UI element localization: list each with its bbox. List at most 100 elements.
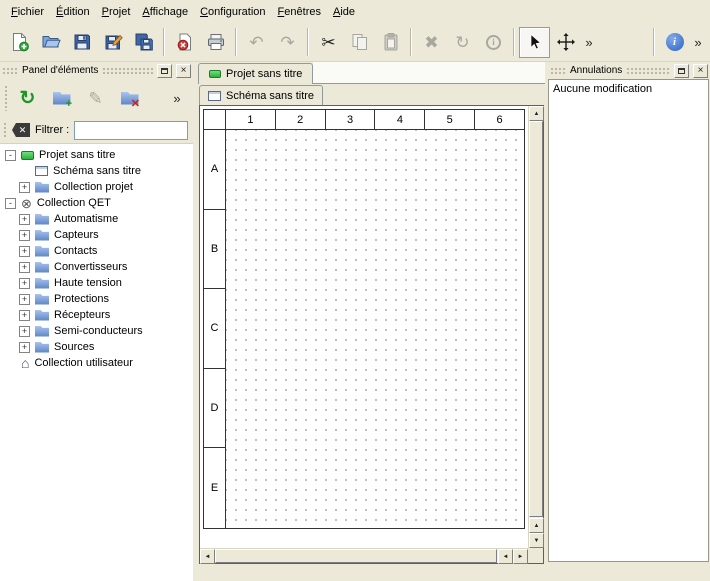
save-as-button[interactable] xyxy=(97,27,128,58)
save-icon xyxy=(72,32,92,52)
scroll-up-button-2[interactable]: ▲ xyxy=(529,518,544,533)
close-icon: × xyxy=(181,66,187,76)
tree-item[interactable]: +Récepteurs xyxy=(0,307,193,323)
float-undo-panel-button[interactable] xyxy=(674,64,689,78)
menu-configuration[interactable]: Configuration xyxy=(194,3,271,21)
new-document-icon xyxy=(10,32,30,52)
new-file-button[interactable] xyxy=(4,27,35,58)
scroll-right-button[interactable]: ► xyxy=(513,549,528,564)
vertical-scroll-thumb[interactable] xyxy=(529,121,543,517)
close-panel-button[interactable]: × xyxy=(176,64,191,78)
tree-item[interactable]: Schéma sans titre xyxy=(0,163,193,179)
tree-item[interactable]: +Capteurs xyxy=(0,227,193,243)
close-icon: × xyxy=(698,66,704,76)
undo-button[interactable]: ↶ xyxy=(241,27,272,58)
float-icon xyxy=(161,68,168,74)
arrow-up-icon: ▲ xyxy=(534,111,540,117)
tree-expander-icon[interactable]: + xyxy=(19,294,30,305)
filter-input[interactable] xyxy=(74,121,188,140)
menu-fichier[interactable]: Fichier xyxy=(5,3,50,21)
print-button[interactable] xyxy=(200,27,231,58)
tree-expander-icon[interactable]: + xyxy=(19,326,30,337)
tree-item[interactable]: +Automatisme xyxy=(0,211,193,227)
menu-projet[interactable]: Projet xyxy=(96,3,137,21)
scroll-down-button[interactable]: ▼ xyxy=(529,533,544,548)
clear-filter-button[interactable]: ✕ xyxy=(12,123,30,137)
close-file-button[interactable] xyxy=(169,27,200,58)
rotate-button[interactable]: ↻ xyxy=(447,27,478,58)
save-button[interactable] xyxy=(66,27,97,58)
rotate-icon: ↻ xyxy=(455,34,469,51)
tree-expander-icon[interactable]: - xyxy=(5,198,16,209)
tree-expander-icon[interactable]: + xyxy=(19,246,30,257)
tree-item[interactable]: +Convertisseurs xyxy=(0,259,193,275)
delete-button[interactable]: ✖ xyxy=(416,27,447,58)
scroll-left-button-2[interactable]: ◄ xyxy=(498,549,513,564)
scroll-up-button[interactable]: ▲ xyxy=(529,106,544,121)
horizontal-scrollbar[interactable]: ◄ ◄ ► xyxy=(200,548,528,563)
tree-expander-icon[interactable]: + xyxy=(19,342,30,353)
filter-label: Filtrer : xyxy=(35,124,69,136)
about-button[interactable]: i xyxy=(659,27,690,58)
view-toolbar-overflow-button[interactable]: » xyxy=(581,27,597,58)
toolbar-overflow-button[interactable]: » xyxy=(690,27,706,58)
tab-project[interactable]: Projet sans titre xyxy=(198,63,313,84)
tree-item[interactable]: +Collection projet xyxy=(0,179,193,195)
undo-panel-titlebar[interactable]: Annulations × xyxy=(548,62,710,79)
save-all-button[interactable] xyxy=(128,27,159,58)
redo-button[interactable]: ↷ xyxy=(272,27,303,58)
toolbar-separator xyxy=(410,28,412,56)
paste-button[interactable] xyxy=(375,27,406,58)
tree-expander-icon[interactable]: + xyxy=(19,214,30,225)
tab-diagram[interactable]: Schéma sans titre xyxy=(199,85,323,105)
scroll-left-button[interactable]: ◄ xyxy=(200,549,215,564)
chevron-right-icon: » xyxy=(694,35,701,50)
tree-expander-icon[interactable]: + xyxy=(19,262,30,273)
menu-edition[interactable]: Édition xyxy=(50,3,96,21)
tree-expander-icon[interactable]: + xyxy=(19,182,30,193)
diagram-canvas[interactable] xyxy=(226,130,524,528)
toolbar-grip[interactable] xyxy=(3,122,7,138)
delete-element-button[interactable]: ✕ xyxy=(115,84,144,113)
close-undo-panel-button[interactable]: × xyxy=(693,64,708,78)
tree-item[interactable]: ⌂Collection utilisateur xyxy=(0,355,193,371)
edit-element-button[interactable]: ✎ xyxy=(81,84,110,113)
reload-collections-button[interactable]: ↻ xyxy=(13,84,42,113)
dock-grip[interactable] xyxy=(2,67,18,75)
panel-toolbar-overflow-button[interactable]: » xyxy=(169,84,185,113)
pan-mode-button[interactable] xyxy=(550,27,581,58)
dock-grip[interactable] xyxy=(550,67,566,75)
toolbar-separator xyxy=(307,28,309,56)
vertical-scrollbar[interactable]: ▲ ▲ ▼ xyxy=(528,106,543,548)
element-info-button[interactable]: i xyxy=(478,27,509,58)
tree-item[interactable]: +Protections xyxy=(0,291,193,307)
toolbar-grip[interactable] xyxy=(4,85,8,111)
tree-item[interactable]: +Contacts xyxy=(0,243,193,259)
qelectrotech-window: FichierÉditionProjetAffichageConfigurati… xyxy=(0,0,710,581)
tree-item[interactable]: +Haute tension xyxy=(0,275,193,291)
open-file-button[interactable] xyxy=(35,27,66,58)
menu-fenetres[interactable]: Fenêtres xyxy=(272,3,327,21)
arrow-left-icon: ◄ xyxy=(503,554,509,560)
tree-item[interactable]: +Sources xyxy=(0,339,193,355)
tree-item[interactable]: -⊗Collection QET xyxy=(0,195,193,211)
menu-aide[interactable]: Aide xyxy=(327,3,361,21)
tree-item[interactable]: -Projet sans titre xyxy=(0,147,193,163)
dock-grip[interactable] xyxy=(626,67,670,75)
new-element-button[interactable]: + xyxy=(47,84,76,113)
scrollbar-corner xyxy=(528,548,543,563)
tree-expander-icon[interactable]: + xyxy=(19,278,30,289)
dock-grip[interactable] xyxy=(102,67,153,75)
cut-button[interactable]: ✂ xyxy=(313,27,344,58)
float-panel-button[interactable] xyxy=(157,64,172,78)
tree-expander-icon[interactable]: - xyxy=(5,150,16,161)
tree-expander-icon[interactable]: + xyxy=(19,310,30,321)
tree-expander-icon[interactable]: + xyxy=(19,230,30,241)
select-mode-button[interactable] xyxy=(519,27,550,58)
elements-panel-titlebar[interactable]: Panel d'éléments × xyxy=(0,62,193,79)
horizontal-scroll-thumb[interactable] xyxy=(215,549,497,563)
arrow-right-icon: ► xyxy=(518,554,524,560)
copy-button[interactable] xyxy=(344,27,375,58)
tree-item[interactable]: +Semi-conducteurs xyxy=(0,323,193,339)
menu-affichage[interactable]: Affichage xyxy=(136,3,194,21)
